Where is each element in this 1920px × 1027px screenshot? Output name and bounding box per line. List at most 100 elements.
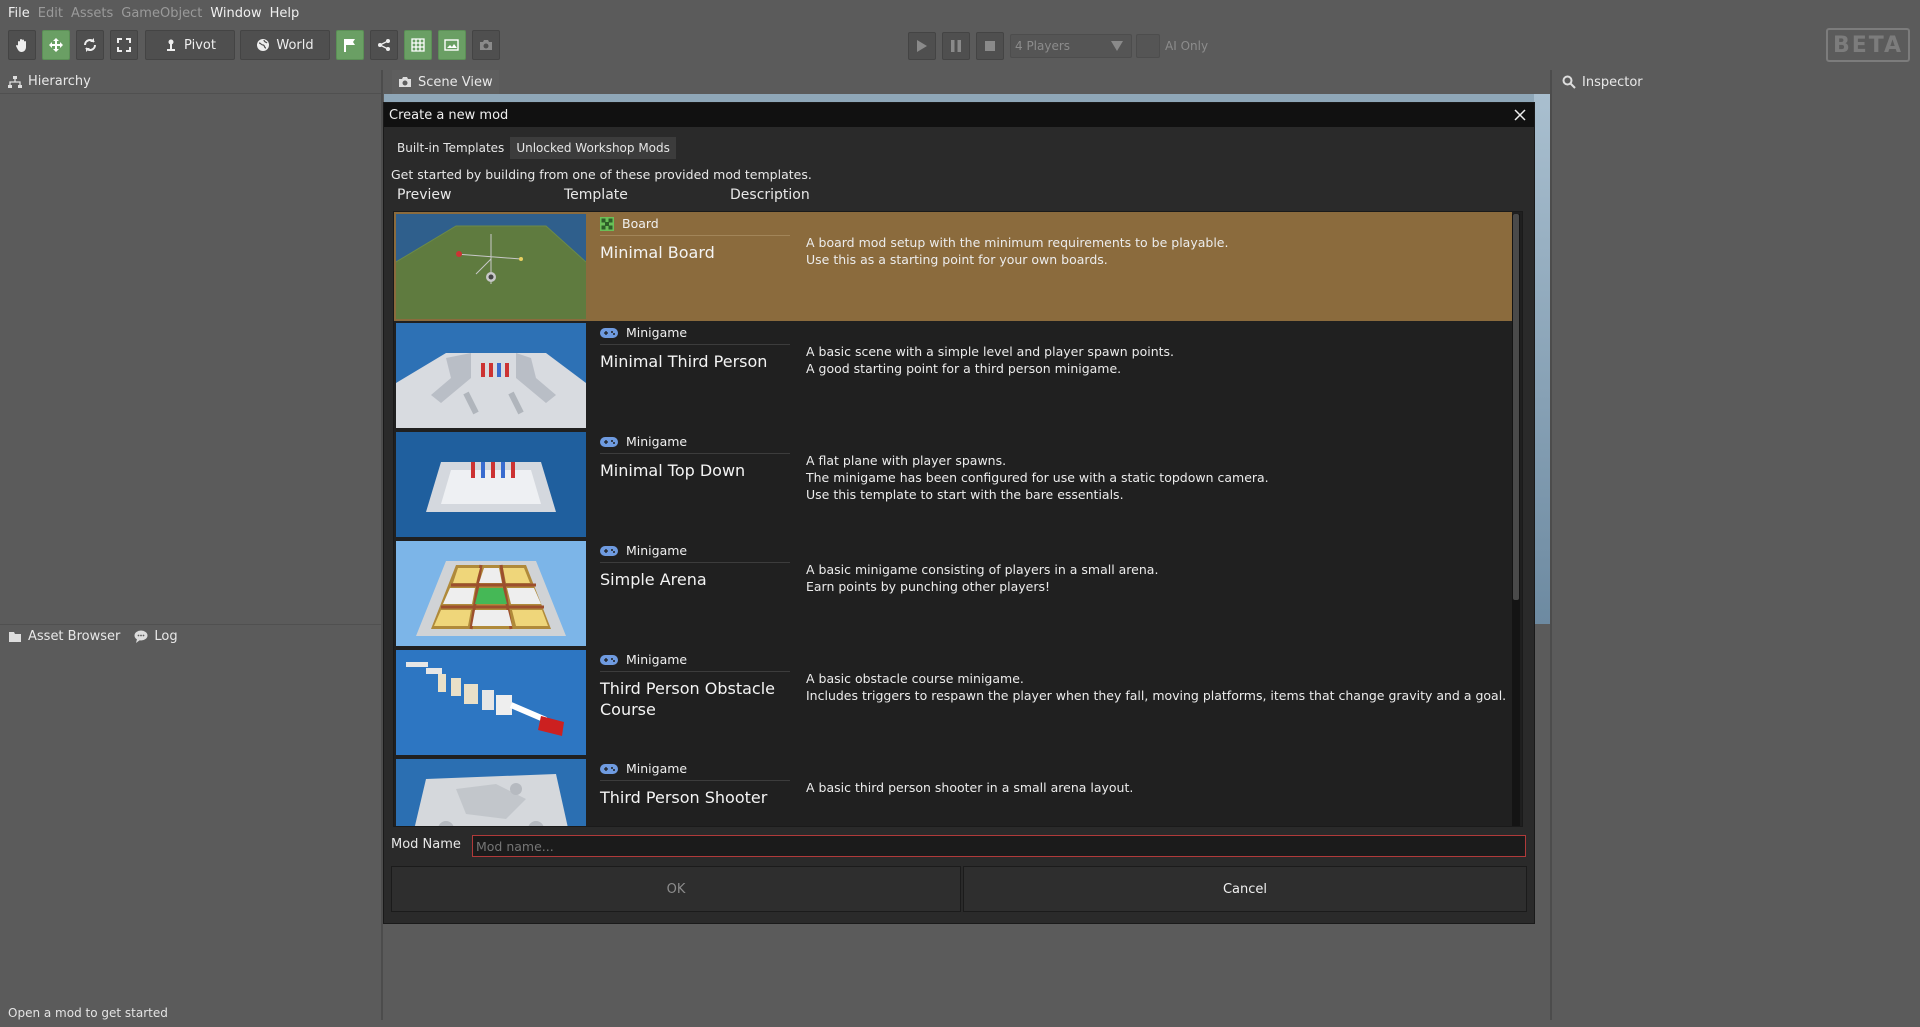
template-description-line: A flat plane with player spawns. [806,453,1007,468]
log-title: Log [154,629,178,644]
template-row[interactable]: Minigame Third Person Shooter A basic th… [394,757,1512,826]
menu-assets[interactable]: Assets [71,6,113,21]
inspector-title[interactable]: Inspector [1582,75,1643,90]
template-row[interactable]: Board Minimal Board A board mod setup wi… [394,212,1512,321]
tab-built-in-templates[interactable]: Built-in Templates [391,137,510,159]
template-description-line: Use this as a starting point for your ow… [806,252,1108,267]
template-description-line: A board mod setup with the minimum requi… [806,235,1229,250]
template-description: A basic minigame consisting of players i… [806,561,1506,595]
flag-button[interactable] [336,30,364,60]
rotate-tool-button[interactable] [76,30,104,60]
beta-badge: BETA [1826,28,1910,62]
cancel-button[interactable]: Cancel [963,866,1527,912]
tab-log[interactable]: Log [134,629,178,644]
pivot-label: Pivot [184,37,216,53]
ai-only-checkbox[interactable] [1136,34,1160,58]
status-bar-text: Open a mod to get started [8,1006,168,1020]
inspector-panel-header: Inspector [1552,70,1920,94]
template-row[interactable]: Minigame Third Person Obstacle Course A … [394,648,1512,757]
right-panel-divider[interactable] [1550,70,1552,1020]
dropdown-arrow-icon [1111,41,1123,51]
template-row[interactable]: Minigame Minimal Top Down A flat plane w… [394,430,1512,539]
rotate-icon [84,38,96,52]
template-description-line: A basic scene with a simple level and pl… [806,344,1175,359]
template-category: Minigame [600,434,687,449]
hand-tool-button[interactable] [8,30,36,60]
image-button[interactable] [438,30,466,60]
menu-file[interactable]: File [8,6,30,21]
template-divider [600,562,790,563]
scrollbar-thumb[interactable] [1513,214,1519,600]
template-category-label: Minigame [626,543,688,558]
stop-icon [985,41,995,51]
play-button[interactable] [908,32,936,60]
template-preview-image [396,323,586,428]
scene-viewport-edge [1534,94,1550,624]
player-count-value: 4 Players [1015,39,1071,53]
camera-icon [480,40,492,50]
scene-view-header: Scene View [384,70,1550,94]
share-icon [378,39,390,51]
folder-icon [9,631,21,642]
template-preview-image [396,650,586,755]
template-row[interactable]: Minigame Minimal Third Person A basic sc… [394,321,1512,430]
template-preview-image [396,541,586,646]
gamepad-icon [600,654,618,665]
create-mod-dialog: Create a new mod Built-in Templates Unlo… [383,102,1535,924]
menu-bar: File Edit Assets GameObject Window Help [0,0,1920,26]
dialog-intro-text: Get started by building from one of thes… [391,167,812,182]
ai-only-label: AI Only [1165,39,1209,53]
search-icon [1562,75,1576,89]
tab-unlocked-workshop-mods[interactable]: Unlocked Workshop Mods [510,137,676,159]
pause-icon [951,40,961,52]
player-count-dropdown[interactable]: 4 Players [1010,34,1132,58]
tab-asset-browser[interactable]: Asset Browser [8,629,120,644]
scale-tool-button[interactable] [110,30,138,60]
template-description-line: A basic obstacle course minigame. [806,671,1024,686]
mod-name-input[interactable] [472,835,1526,857]
template-list: Board Minimal Board A board mod setup wi… [393,211,1523,827]
gamepad-icon [600,436,618,447]
column-header-preview: Preview [397,187,452,203]
menu-window[interactable]: Window [210,6,261,21]
world-button[interactable]: World [240,30,330,60]
screenshot-button[interactable] [472,30,500,60]
stop-button[interactable] [976,32,1004,60]
template-category-label: Minigame [626,761,688,776]
scene-view-title: Scene View [418,74,493,90]
ok-button[interactable]: OK [391,866,961,912]
column-header-description: Description [730,187,810,203]
menu-gameobject[interactable]: GameObject [121,6,202,21]
template-category: Minigame [600,761,687,776]
template-tabs: Built-in Templates Unlocked Workshop Mod… [391,137,676,159]
template-row[interactable]: Minigame Simple Arena A basic minigame c… [394,539,1512,648]
template-divider [600,780,790,781]
template-divider [600,671,790,672]
template-description: A flat plane with player spawns. The min… [806,452,1506,503]
template-name: Minimal Third Person [600,352,768,371]
grid-button[interactable] [404,30,432,60]
template-category: Minigame [600,325,687,340]
template-divider [600,344,790,345]
close-icon[interactable] [1512,107,1528,123]
dialog-title: Create a new mod [389,107,509,123]
template-description-line: Includes triggers to respawn the player … [806,688,1507,703]
hierarchy-title[interactable]: Hierarchy [28,74,91,89]
move-tool-button[interactable] [42,30,70,60]
hierarchy-panel-header: Hierarchy [0,70,381,94]
world-label: World [276,37,314,53]
tab-scene-view[interactable]: Scene View [392,70,499,94]
menu-edit[interactable]: Edit [38,6,63,21]
template-category-label: Board [622,216,659,231]
menu-help[interactable]: Help [270,6,300,21]
template-category-label: Minigame [626,652,688,667]
column-header-template: Template [564,187,628,203]
share-button[interactable] [370,30,398,60]
pause-button[interactable] [942,32,970,60]
template-list-scrollbar[interactable] [1512,214,1520,826]
globe-icon [257,39,270,51]
template-divider [600,235,790,236]
board-icon [600,216,614,231]
pivot-button[interactable]: Pivot [145,30,235,60]
chat-bubble-icon [134,630,148,643]
